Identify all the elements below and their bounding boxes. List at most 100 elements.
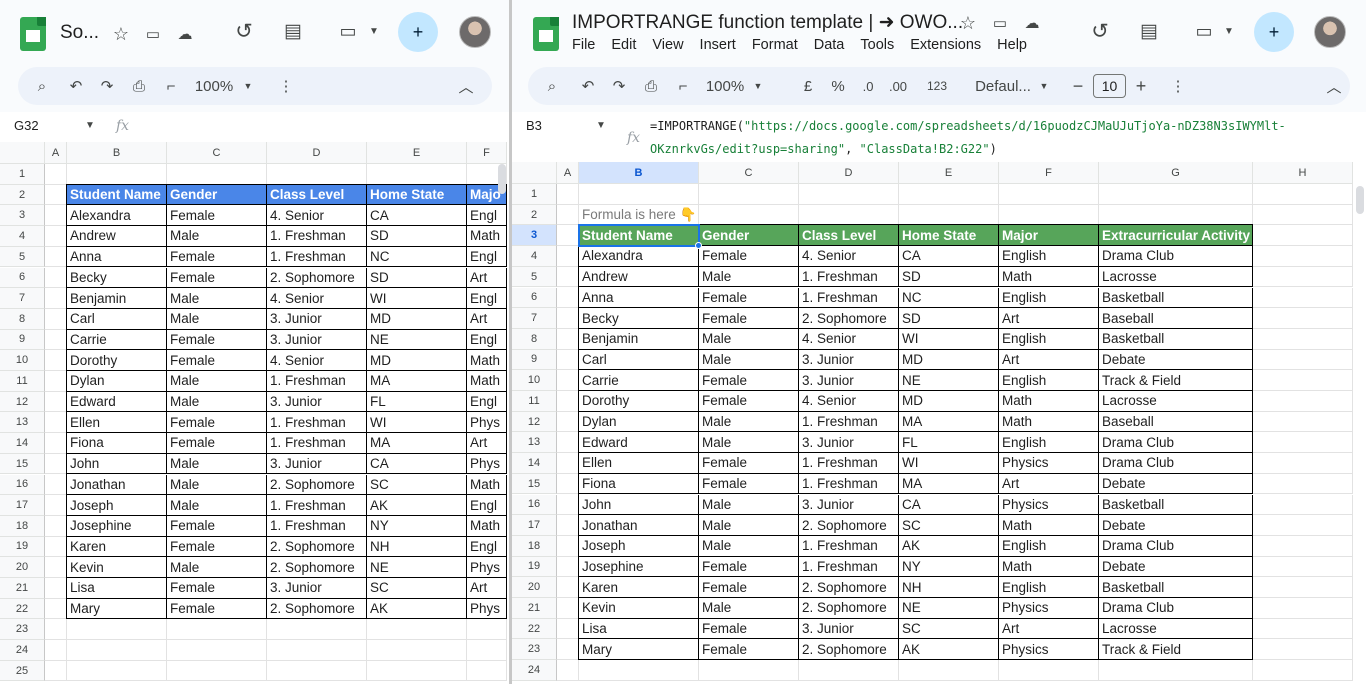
grid-cell[interactable]: [367, 164, 467, 185]
table-cell[interactable]: Edward: [67, 391, 167, 413]
version-history-icon[interactable]: ↺: [230, 17, 258, 45]
table-cell[interactable]: 4. Senior: [267, 205, 367, 227]
row-header[interactable]: 7: [512, 308, 557, 329]
table-cell[interactable]: Engl: [467, 246, 507, 268]
table-cell[interactable]: Kevin: [579, 598, 699, 619]
table-cell[interactable]: SC: [899, 515, 999, 536]
table-cell[interactable]: AK: [899, 535, 999, 557]
collapse-chevron-icon[interactable]: ︿: [456, 67, 476, 105]
grid-cell[interactable]: [1253, 349, 1353, 371]
table-cell[interactable]: Male: [167, 557, 267, 578]
table-cell[interactable]: 3. Junior: [267, 453, 367, 475]
table-cell[interactable]: English: [999, 535, 1099, 557]
table-cell[interactable]: Lacrosse: [1099, 391, 1253, 412]
row-header[interactable]: 17: [0, 495, 45, 516]
grid-cell[interactable]: [267, 619, 367, 641]
table-cell[interactable]: Andrew: [67, 226, 167, 247]
meet-dropdown-icon[interactable]: ▼: [1215, 17, 1243, 45]
table-cell[interactable]: Debate: [1099, 349, 1253, 371]
row-header[interactable]: 9: [0, 329, 45, 351]
table-cell[interactable]: Art: [999, 349, 1099, 371]
row-header[interactable]: 11: [0, 371, 45, 392]
meet-icon[interactable]: ▭: [334, 17, 362, 45]
grid-cell[interactable]: [67, 660, 167, 682]
table-cell[interactable]: 2. Sophomore: [267, 557, 367, 578]
grid-cell[interactable]: [67, 640, 167, 661]
table-cell[interactable]: Male: [167, 288, 267, 309]
table-cell[interactable]: FL: [899, 432, 999, 454]
table-cell[interactable]: 3. Junior: [267, 329, 367, 351]
menu-tools[interactable]: Tools: [860, 37, 894, 53]
table-cell[interactable]: Joseph: [67, 495, 167, 516]
grid-cell[interactable]: [1253, 184, 1353, 205]
row-header[interactable]: 18: [512, 535, 557, 557]
table-cell[interactable]: English: [999, 577, 1099, 598]
move-folder-icon[interactable]: ▭: [139, 20, 167, 48]
table-cell[interactable]: Female: [699, 287, 799, 309]
grid-cell[interactable]: [799, 184, 899, 205]
table-cell[interactable]: Male: [167, 495, 267, 516]
table-cell[interactable]: Fiona: [579, 473, 699, 495]
row-header[interactable]: 22: [512, 618, 557, 640]
table-cell[interactable]: Benjamin: [67, 288, 167, 309]
table-cell[interactable]: Mary: [67, 598, 167, 620]
table-cell[interactable]: AK: [367, 495, 467, 516]
table-cell[interactable]: Benjamin: [579, 328, 699, 350]
table-cell[interactable]: Female: [699, 391, 799, 412]
grid-cell[interactable]: [1253, 370, 1353, 391]
name-box-dropdown-icon[interactable]: ▼: [596, 120, 606, 131]
grid-cell[interactable]: [45, 557, 67, 578]
table-cell[interactable]: Dylan: [579, 411, 699, 433]
table-cell[interactable]: English: [999, 370, 1099, 391]
table-cell[interactable]: Female: [699, 639, 799, 661]
row-header[interactable]: 23: [0, 619, 45, 641]
table-cell[interactable]: MA: [367, 371, 467, 392]
grid-cell[interactable]: [45, 598, 67, 620]
table-header-cell[interactable]: Gender: [167, 184, 267, 206]
table-cell[interactable]: Phys: [467, 453, 507, 475]
grid-cell[interactable]: [557, 246, 579, 267]
grid-cell[interactable]: [1253, 204, 1353, 226]
table-cell[interactable]: CA: [367, 453, 467, 475]
name-box-dropdown-icon[interactable]: ▼: [85, 120, 95, 131]
grid-cell[interactable]: [899, 204, 999, 226]
table-cell[interactable]: 4. Senior: [267, 350, 367, 371]
table-cell[interactable]: SD: [899, 266, 999, 288]
row-header[interactable]: 24: [512, 660, 557, 681]
table-cell[interactable]: Math: [999, 411, 1099, 433]
table-cell[interactable]: Carrie: [67, 329, 167, 351]
table-cell[interactable]: SC: [899, 618, 999, 640]
table-cell[interactable]: Female: [167, 433, 267, 454]
name-box[interactable]: B3: [526, 118, 542, 133]
zoom-dropdown-icon[interactable]: ▼: [750, 67, 766, 105]
grid-cell[interactable]: [557, 308, 579, 329]
grid-cell[interactable]: [557, 266, 579, 288]
name-box[interactable]: G32: [14, 118, 39, 133]
table-cell[interactable]: Josephine: [579, 556, 699, 578]
row-header[interactable]: 4: [512, 246, 557, 267]
grid-cell[interactable]: [1253, 660, 1353, 681]
table-cell[interactable]: Lisa: [67, 578, 167, 599]
table-cell[interactable]: Female: [167, 329, 267, 351]
table-cell[interactable]: Female: [167, 267, 267, 289]
grid-cell[interactable]: [1253, 453, 1353, 474]
star-icon[interactable]: ☆: [107, 20, 135, 48]
table-cell[interactable]: NE: [899, 370, 999, 391]
grid-cell[interactable]: [45, 350, 67, 371]
cloud-status-icon[interactable]: ☁: [171, 20, 199, 48]
currency-format-button[interactable]: £: [800, 67, 816, 105]
grid-cell[interactable]: [1253, 391, 1353, 412]
row-header[interactable]: 6: [512, 287, 557, 309]
table-cell[interactable]: Drama Club: [1099, 598, 1253, 619]
grid-cell[interactable]: [999, 184, 1099, 205]
table-cell[interactable]: MD: [899, 349, 999, 371]
table-cell[interactable]: Engl: [467, 329, 507, 351]
table-cell[interactable]: Kevin: [67, 557, 167, 578]
grid-cell[interactable]: [557, 494, 579, 516]
table-cell[interactable]: Female: [167, 412, 267, 434]
grid-cell[interactable]: [45, 184, 67, 206]
row-header[interactable]: 25: [0, 660, 45, 682]
table-cell[interactable]: Alexandra: [579, 246, 699, 267]
collapse-chevron-icon[interactable]: ︿: [1324, 67, 1344, 105]
table-header-cell[interactable]: Home State: [367, 184, 467, 206]
